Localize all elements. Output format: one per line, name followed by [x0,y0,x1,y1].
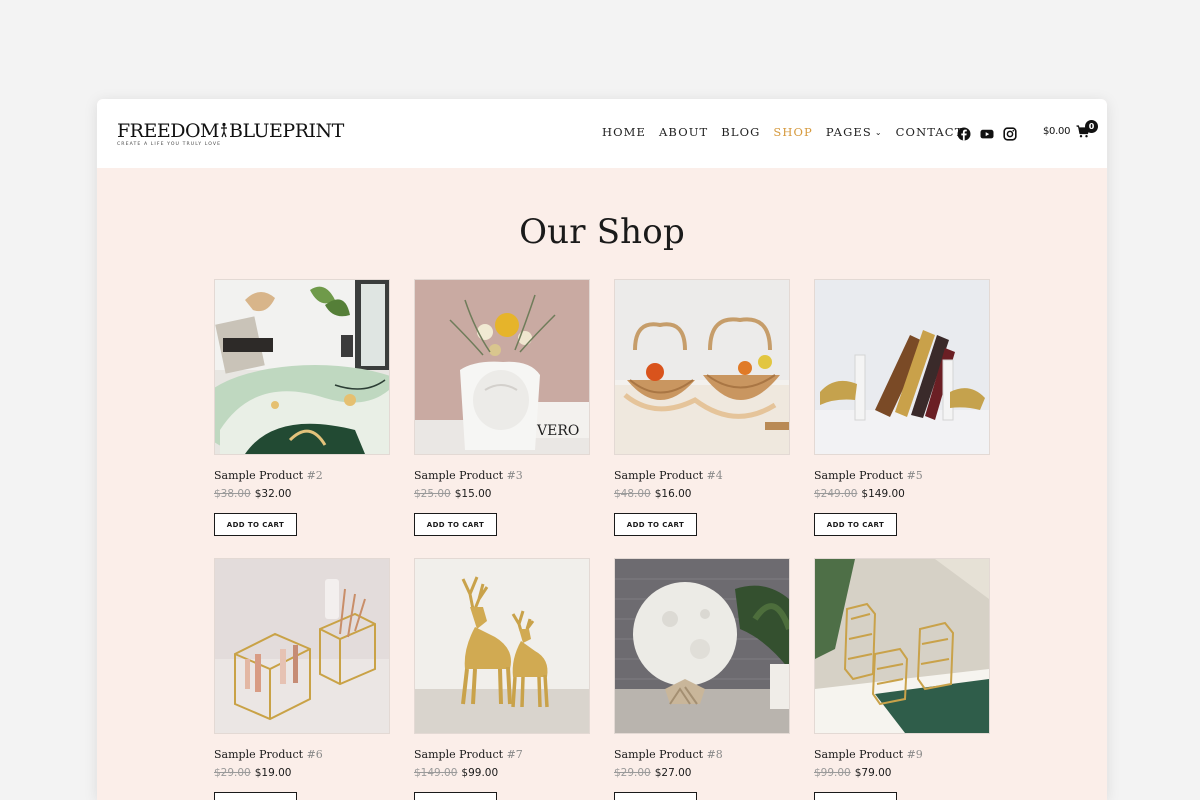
nav-item-blog[interactable]: BLOG [721,125,760,139]
product-name[interactable]: Sample Product #5 [814,469,990,483]
product-number: #6 [306,748,323,761]
add-to-cart-button[interactable]: ADD TO CART [614,792,697,800]
product-name-text: Sample Product [614,748,707,761]
product-price: $249.00 $149.00 [814,487,990,501]
original-price: $25.00 [414,488,451,500]
cart-count-badge: 0 [1085,120,1098,133]
add-to-cart-button[interactable]: ADD TO CART [414,513,497,536]
product-name[interactable]: Sample Product #6 [214,748,390,762]
product-price: $48.00 $16.00 [614,487,790,501]
product-image[interactable] [214,558,390,734]
original-price: $29.00 [214,767,251,779]
instagram-icon[interactable] [1003,126,1017,141]
original-price: $48.00 [614,488,651,500]
youtube-icon[interactable] [980,126,994,140]
svg-text:VERO: VERO [536,423,579,439]
facebook-icon[interactable] [957,126,971,141]
logo-tagline: CREATE A LIFE YOU TRULY LOVE [117,142,222,147]
sale-price: $99.00 [461,767,499,779]
add-to-cart-button[interactable]: ADD TO CART [214,792,297,800]
main-nav: HOME ABOUT BLOG SHOP PAGES ⌄ CONTACT [602,125,976,139]
product-name[interactable]: Sample Product #9 [814,748,990,762]
product-image[interactable] [814,279,990,455]
sale-price: $19.00 [254,767,292,779]
product-image[interactable] [614,558,790,734]
product-price: $99.00 $79.00 [814,766,990,780]
logo-wordmark: FREEDOM BLUEPRINT [117,121,344,141]
sale-price: $16.00 [654,488,692,500]
nav-item-pages[interactable]: PAGES ⌄ [826,125,883,139]
product-name-text: Sample Product [814,469,907,482]
chevron-down-icon: ⌄ [874,128,883,137]
product-price: $38.00 $32.00 [214,487,390,501]
product-card: Sample Product #2 $38.00 $32.00 ADD TO CA… [214,279,390,558]
sale-price: $149.00 [861,488,905,500]
product-number: #7 [506,748,523,761]
product-card: VERO Sample Product #3 $25.00 $15.00 ADD … [414,279,590,558]
logo-name-left: FREEDOM [117,120,220,142]
product-name[interactable]: Sample Product #4 [614,469,790,483]
product-card: Sample Product #9 $99.00$79.00 ADD TO CA… [814,558,990,800]
nav-item-pages-label: PAGES [825,125,872,139]
social-links [957,126,1017,141]
original-price: $99.00 [814,767,851,779]
product-number: #8 [706,748,723,761]
original-price: $38.00 [214,488,251,500]
product-image[interactable] [614,279,790,455]
product-name[interactable]: Sample Product #8 [614,748,790,762]
product-price: $29.00 $19.00 [214,766,390,780]
page-title: Our Shop [519,212,685,252]
product-price: $25.00 $15.00 [414,487,590,501]
original-price: $249.00 [814,488,858,500]
product-card: Sample Product #5 $249.00 $149.00 ADD TO … [814,279,990,558]
nav-item-shop[interactable]: SHOP [773,125,812,139]
product-image[interactable] [414,558,590,734]
nav-item-about[interactable]: ABOUT [659,125,708,139]
product-price: $29.00 $27.00 [614,766,790,780]
product-name-text: Sample Product [214,748,307,761]
sale-price: $79.00 [854,767,892,779]
add-to-cart-button[interactable]: ADD TO CART [614,513,697,536]
dancer-icon [221,122,227,138]
product-name-text: Sample Product [814,748,907,761]
sale-price: $27.00 [654,767,692,779]
product-card: Sample Product #4 $48.00 $16.00 ADD TO CA… [614,279,790,558]
browser-window: FREEDOM BLUEPRINT CREATE A LIFE YOU TRULY… [97,99,1107,800]
product-number: #3 [506,469,523,482]
product-card: Sample Product #8 $29.00$27.00 ADD TO CA… [614,558,790,800]
product-image[interactable]: VERO [414,279,590,455]
product-number: #4 [706,469,723,482]
logo-name-right: BLUEPRINT [229,120,344,142]
product-name[interactable]: Sample Product #7 [414,748,590,762]
product-name[interactable]: Sample Product #2 [214,469,390,483]
product-price: $149.00 $99.00 [414,766,590,780]
product-name-text: Sample Product [414,469,507,482]
product-name-text: Sample Product [614,469,707,482]
product-image[interactable] [814,558,990,734]
product-name-text: Sample Product [214,469,307,482]
sale-price: $15.00 [454,488,492,500]
product-grid: Sample Product #2 $38.00 $32.00 ADD TO CA… [214,279,990,800]
site-header: FREEDOM BLUEPRINT CREATE A LIFE YOU TRULY… [97,99,1107,168]
nav-item-home[interactable]: HOME [602,125,646,139]
sale-price: $32.00 [254,488,292,500]
nav-item-contact[interactable]: CONTACT [896,125,964,139]
original-price: $149.00 [414,767,458,779]
product-name[interactable]: Sample Product #3 [414,469,590,483]
product-card: Sample Product #6 $29.00$19.00 ADD TO CA… [214,558,390,800]
add-to-cart-button[interactable]: ADD TO CART [414,792,497,800]
cart-button[interactable]: $0.00 [1043,125,1090,138]
product-card: Sample Product #7 $149.00$99.00 ADD TO C… [414,558,590,800]
original-price: $29.00 [614,767,651,779]
product-image[interactable] [214,279,390,455]
site-logo[interactable]: FREEDOM BLUEPRINT CREATE A LIFE YOU TRULY… [117,121,344,147]
product-number: #2 [306,469,323,482]
product-name-text: Sample Product [414,748,507,761]
add-to-cart-button[interactable]: ADD TO CART [814,513,897,536]
product-number: #5 [906,469,923,482]
add-to-cart-button[interactable]: ADD TO CART [814,792,897,800]
product-number: #9 [906,748,923,761]
cart-total: $0.00 [1043,126,1071,137]
add-to-cart-button[interactable]: ADD TO CART [214,513,297,536]
